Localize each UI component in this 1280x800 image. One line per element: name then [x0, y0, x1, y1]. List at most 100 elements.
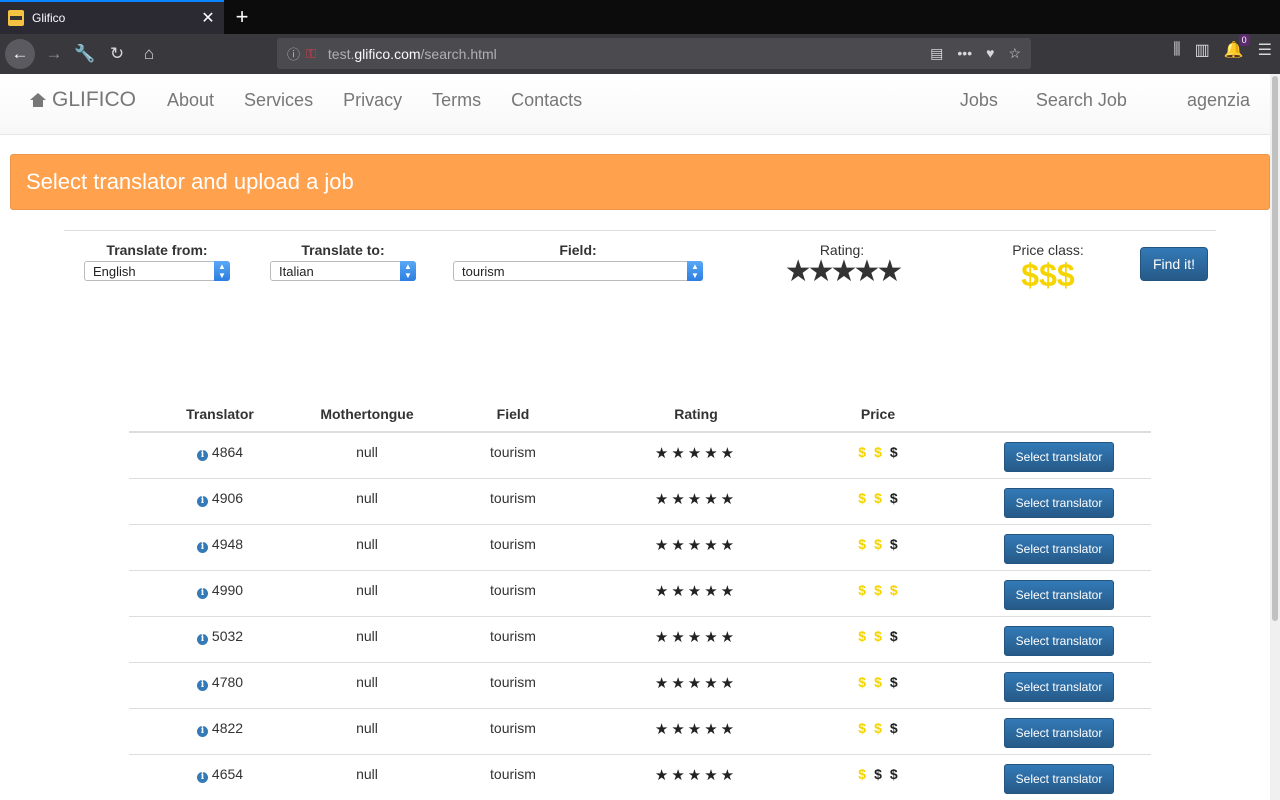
- filter-field: Field: tourism ▲ ▼: [453, 231, 703, 281]
- star-icon[interactable]: ★: [876, 255, 903, 288]
- nav-search-job[interactable]: Search Job: [1036, 90, 1127, 111]
- cell-field: tourism: [423, 661, 603, 708]
- select-translator-button[interactable]: Select translator: [1004, 625, 1114, 656]
- star-icon[interactable]: ★: [853, 255, 880, 288]
- cell-field: tourism: [423, 477, 603, 524]
- translator-id[interactable]: 4990: [212, 582, 243, 598]
- rating-stars[interactable]: ★★★★★: [776, 255, 908, 288]
- cell-rating: ★★★★★: [603, 707, 789, 754]
- star-icon: ★: [720, 490, 738, 508]
- info-icon[interactable]: i: [196, 450, 208, 461]
- star-icon: ★: [720, 536, 738, 554]
- more-actions-icon[interactable]: •••: [957, 45, 972, 62]
- translator-id[interactable]: 4654: [212, 766, 243, 782]
- cell-translator: i 4948: [129, 523, 311, 570]
- home-button[interactable]: ⌂: [135, 40, 163, 68]
- pocket-icon[interactable]: ♥: [986, 45, 994, 62]
- star-icon: ★: [704, 490, 721, 508]
- info-icon[interactable]: i: [196, 679, 208, 691]
- url-text[interactable]: test.glifico.com/search.html: [322, 46, 930, 62]
- nav-contacts[interactable]: Contacts: [511, 90, 582, 111]
- nav-jobs[interactable]: Jobs: [960, 90, 998, 111]
- info-icon[interactable]: i: [196, 725, 208, 737]
- notification-badge: 0: [1238, 34, 1250, 46]
- select-translator-button[interactable]: Select translator: [1004, 763, 1114, 794]
- dollar-icon: $: [874, 581, 882, 598]
- filter-price: Price class: $$$: [1004, 231, 1092, 292]
- translator-id[interactable]: 4780: [212, 674, 243, 690]
- info-icon[interactable]: i: [196, 633, 208, 645]
- select-translator-button[interactable]: Select translator: [1004, 671, 1114, 702]
- cell-rating: ★★★★★: [603, 523, 789, 570]
- from-select[interactable]: English ▲ ▼: [84, 261, 230, 281]
- star-icon: ★: [704, 720, 721, 738]
- star-icon[interactable]: ★: [785, 255, 812, 288]
- info-icon[interactable]: i: [196, 541, 208, 553]
- cell-mothertongue: null: [311, 707, 423, 754]
- select-translator-button[interactable]: Select translator: [1004, 579, 1114, 610]
- table-row: i 5032 null tourism ★★★★★ $ $ $ Select translato…: [129, 615, 1151, 662]
- col-action: [967, 396, 1151, 433]
- star-icon[interactable]: ★: [808, 255, 835, 288]
- reader-view-icon[interactable]: ▤: [930, 45, 943, 62]
- select-translator-button[interactable]: Select translator: [1004, 717, 1114, 748]
- reload-button[interactable]: ↻: [103, 40, 131, 68]
- scrollbar-thumb[interactable]: [1272, 76, 1278, 621]
- url-prefix: test.: [327, 45, 355, 62]
- close-tab-icon[interactable]: ✕: [200, 8, 216, 28]
- dollar-icon: $: [858, 444, 867, 460]
- info-icon[interactable]: i: [196, 771, 208, 783]
- browser-tab[interactable]: Glifico ✕: [0, 0, 224, 34]
- info-icon[interactable]: i: [196, 495, 208, 507]
- star-icon: ★: [720, 766, 738, 784]
- star-icon: ★: [720, 674, 738, 692]
- translator-id[interactable]: 4906: [212, 490, 243, 506]
- translator-id[interactable]: 4948: [212, 536, 243, 552]
- to-select[interactable]: Italian ▲ ▼: [270, 261, 416, 281]
- price-class[interactable]: $$$: [1004, 258, 1092, 292]
- insecure-lock-icon[interactable]: ⚿: [306, 46, 316, 62]
- select-translator-button[interactable]: Select translator: [1004, 442, 1114, 472]
- price-label: Price class:: [1012, 242, 1084, 258]
- find-button[interactable]: Find it!: [1140, 247, 1208, 281]
- select-translator-button[interactable]: Select translator: [1004, 533, 1114, 564]
- library-icon[interactable]: ⫼: [1173, 41, 1180, 59]
- menu-icon[interactable]: ☰: [1258, 40, 1272, 60]
- nav-terms[interactable]: Terms: [432, 90, 481, 111]
- star-icon: ★: [687, 766, 705, 784]
- sidebar-icon[interactable]: ▥: [1195, 40, 1210, 60]
- select-translator-button[interactable]: Select translator: [1004, 487, 1114, 518]
- translator-id[interactable]: 4822: [212, 720, 243, 736]
- bookmark-star-icon[interactable]: ☆: [1008, 45, 1021, 62]
- nav-about[interactable]: About: [167, 90, 214, 111]
- info-icon[interactable]: ⓘ: [287, 44, 300, 63]
- table-row: i 4948 null tourism ★★★★★ $ $ $ Select translato…: [129, 523, 1151, 570]
- cell-translator: i 4822: [129, 707, 311, 754]
- price-indicator: $ $ $: [854, 674, 901, 690]
- wrench-icon[interactable]: 🔧: [71, 40, 99, 68]
- notifications-icon[interactable]: 🔔 0: [1224, 34, 1250, 60]
- forward-button[interactable]: →: [40, 40, 68, 68]
- nav-services[interactable]: Services: [244, 90, 313, 111]
- price-indicator: $ $ $: [854, 444, 901, 460]
- dollar-icon: $: [858, 719, 867, 736]
- star-icon: ★: [671, 536, 688, 554]
- nav-user[interactable]: agenzia: [1187, 90, 1250, 111]
- star-icon: ★: [720, 445, 738, 462]
- star-icon: ★: [654, 766, 672, 784]
- dollar-icon: $: [889, 627, 898, 644]
- price-indicator: $ $ $: [854, 628, 901, 644]
- url-bar[interactable]: ⓘ ⚿ test.glifico.com/search.html ▤ ••• ♥…: [277, 38, 1031, 69]
- cell-price: $ $ $: [789, 523, 967, 570]
- back-button[interactable]: ←: [5, 39, 35, 69]
- new-tab-button[interactable]: +: [230, 4, 254, 30]
- translator-id[interactable]: 5032: [212, 628, 243, 644]
- brand-link[interactable]: GLIFICO: [30, 88, 136, 112]
- star-icon[interactable]: ★: [831, 255, 858, 288]
- cell-action: Select translator: [967, 615, 1151, 662]
- favicon-icon: [8, 10, 24, 26]
- info-icon[interactable]: i: [196, 587, 208, 599]
- translator-id[interactable]: 4864: [212, 444, 243, 460]
- nav-privacy[interactable]: Privacy: [343, 90, 402, 111]
- field-select[interactable]: tourism ▲ ▼: [453, 261, 703, 281]
